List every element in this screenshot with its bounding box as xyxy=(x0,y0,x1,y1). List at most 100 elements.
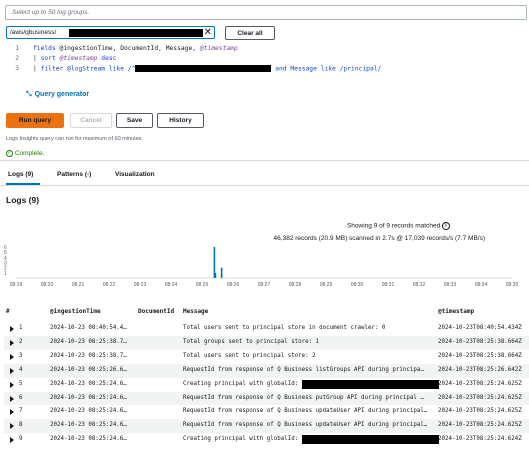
cell-timestamp: 2024-10-23T08:25:26.642Z xyxy=(438,366,522,373)
clear-all-button[interactable]: Clear all xyxy=(225,26,275,40)
x-tick-label: 08:26 xyxy=(227,282,240,288)
row-index: 6 xyxy=(19,394,23,401)
table-row[interactable]: 7 2024-10-23 08:25:24.6… RequestId from re… xyxy=(4,405,529,420)
table-row[interactable]: 3 2024-10-23 08:25:38.7… Total users sent … xyxy=(4,349,529,364)
tab-patterns[interactable]: Patterns (-) xyxy=(57,171,91,178)
table-row[interactable]: 2 2024-10-23 08:25:38.7… Total groups sent… xyxy=(4,335,529,350)
history-button[interactable]: History xyxy=(157,113,204,128)
status-complete: ✓ Complete. xyxy=(6,150,44,157)
query-editor[interactable]: 1 fields @ingestionTime, DocumentId, Mess… xyxy=(5,43,527,83)
cell-timestamp: 2024-10-23T08:25:24.625Z xyxy=(438,380,522,387)
x-tick-label: 08:23 xyxy=(134,282,147,288)
table-row[interactable]: 8 2024-10-23 08:25:24.6… RequestId from re… xyxy=(4,419,529,434)
divider xyxy=(0,160,529,161)
expand-row-icon[interactable] xyxy=(10,326,14,332)
cell-timestamp: 2024-10-23T08:25:24.625Z xyxy=(438,408,522,415)
save-button[interactable]: Save xyxy=(116,113,153,128)
cell-timestamp: 2024-10-23T08:25:24.624Z xyxy=(438,436,522,443)
records-matched-text: Showing 9 of 9 records matched xyxy=(346,222,441,230)
row-index: 4 xyxy=(19,366,23,373)
x-tick-label: 08:32 xyxy=(413,282,426,288)
cell-timestamp: 2024-10-23T08:25:24.625Z xyxy=(438,422,522,429)
x-tick-label: 08:30 xyxy=(351,282,364,288)
x-tick-label: 08:33 xyxy=(444,282,457,288)
cell-ingestion-time: 2024-10-23 08:25:24.6… xyxy=(50,408,127,415)
info-icon[interactable]: i xyxy=(442,222,450,230)
expand-row-icon[interactable] xyxy=(10,353,14,360)
x-tick-label: 08:35 xyxy=(506,282,519,288)
query-duration-note: Logs Insights query can run for maximum … xyxy=(6,136,143,142)
column-header-message[interactable]: Message xyxy=(183,308,208,315)
expand-row-icon[interactable] xyxy=(10,395,14,402)
scan-stats: 46,382 records (20.9 MB) scanned in 2.7s… xyxy=(273,235,485,242)
table-row[interactable]: 4 2024-10-23 08:25:26.6… RequestId from re… xyxy=(4,363,529,378)
sparkle-icon: ⤡ xyxy=(26,91,32,98)
row-index: 2 xyxy=(19,338,23,345)
histogram-bar xyxy=(214,272,217,278)
x-tick-label: 08:19 xyxy=(10,282,23,288)
close-icon[interactable]: ✕ xyxy=(204,27,212,39)
x-tick-label: 08:21 xyxy=(72,282,85,288)
cell-message: Creating principal with globalId: xyxy=(183,436,299,443)
table-row[interactable]: 5 2024-10-23 08:25:24.6… Creating principa… xyxy=(4,377,529,392)
cell-ingestion-time: 2024-10-23 08:25:38.7… xyxy=(50,352,127,359)
query-generator-link[interactable]: ⤡ Query generator xyxy=(26,91,89,99)
cell-ingestion-time: 2024-10-23 08:25:24.6… xyxy=(50,380,127,387)
run-query-button[interactable]: Run query xyxy=(6,113,64,128)
cell-timestamp: 2024-10-23T08:25:24.625Z xyxy=(438,394,522,401)
x-tick-label: 08:28 xyxy=(289,282,302,288)
y-tick-label: 1 xyxy=(4,271,7,277)
cell-message: Total groups sent to principal store: 1 xyxy=(183,338,320,345)
column-header-ingestion-time[interactable]: @ingestionTime xyxy=(50,308,101,315)
row-index: 3 xyxy=(19,352,23,359)
cell-timestamp: 2024-10-23T08:25:38.664Z xyxy=(438,352,522,359)
status-text: Complete. xyxy=(14,150,45,158)
tab-visualization[interactable]: Visualization xyxy=(115,171,155,178)
cell-timestamp: 2024-10-23T08:25:38.664Z xyxy=(438,338,522,345)
cell-ingestion-time: 2024-10-23 08:25:24.6… xyxy=(50,394,127,401)
line-number: 1 xyxy=(15,45,19,52)
x-tick-label: 08:27 xyxy=(258,282,271,288)
x-tick-label: 08:31 xyxy=(382,282,395,288)
redacted-log-group xyxy=(69,29,203,37)
redacted-global-id xyxy=(302,435,439,445)
redacted-global-id xyxy=(302,379,439,389)
histogram-chart: 65432108:19 08:20 08:21 08:22 08:23 08:24 08:2… xyxy=(4,245,519,288)
cell-message: RequestId from response of Q Business pu… xyxy=(183,394,424,401)
row-index: 7 xyxy=(19,408,23,415)
row-index: 5 xyxy=(19,380,23,387)
code-line: | filter @logStream like /^ and Message … xyxy=(33,65,382,73)
column-header-timestamp[interactable]: @timestamp xyxy=(438,308,474,315)
cell-timestamp: 2024-10-23T08:40:54.434Z xyxy=(438,325,522,331)
records-matched: Showing 9 of 9 records matched i xyxy=(347,222,450,230)
x-tick-label: 08:20 xyxy=(41,282,54,288)
tab-logs[interactable]: Logs (9) xyxy=(8,171,33,178)
expand-row-icon[interactable] xyxy=(10,409,14,416)
cell-ingestion-time: 2024-10-23 08:25:26.6… xyxy=(50,366,127,373)
query-generator-label: Query generator xyxy=(34,91,90,98)
row-index: 1 xyxy=(19,325,23,331)
cell-ingestion-time: 2024-10-23 08:25:38.7… xyxy=(50,338,127,345)
expand-row-icon[interactable] xyxy=(10,367,14,374)
success-icon: ✓ xyxy=(6,150,13,157)
expand-row-icon[interactable] xyxy=(10,339,14,346)
x-tick-label: 08:29 xyxy=(320,282,333,288)
code-line: fields @ingestionTime, DocumentId, Messa… xyxy=(33,45,238,52)
cell-message: Creating principal with globalId: xyxy=(183,380,299,387)
expand-row-icon[interactable] xyxy=(10,423,14,430)
table-row[interactable]: 9 2024-10-23 08:25:24.6… Creating principa… xyxy=(4,433,529,448)
cell-message: RequestId from response of Q Business li… xyxy=(183,366,424,373)
log-group-select[interactable]: Select up to 50 log groups. xyxy=(5,5,527,20)
expand-row-icon[interactable] xyxy=(10,381,14,388)
log-group-token[interactable]: /aws/qbusiness/ ✕ xyxy=(6,26,215,39)
cell-message: Total users sent to principal store in d… xyxy=(183,325,386,331)
cancel-button[interactable]: Cancel xyxy=(70,113,112,128)
column-header-document-id[interactable]: DocumentId xyxy=(138,308,174,315)
table-row[interactable]: 1 2024-10-23 08:40:54.4… Total users sent … xyxy=(4,322,529,336)
expand-row-icon[interactable] xyxy=(10,437,14,444)
log-group-token-label: /aws/qbusiness/ xyxy=(10,29,57,36)
x-tick-label: 08:34 xyxy=(475,282,488,288)
redacted-stream xyxy=(135,65,272,72)
table-row[interactable]: 6 2024-10-23 08:25:24.6… RequestId from re… xyxy=(4,391,529,406)
cell-message: Total users sent to principal store: 2 xyxy=(183,352,316,359)
